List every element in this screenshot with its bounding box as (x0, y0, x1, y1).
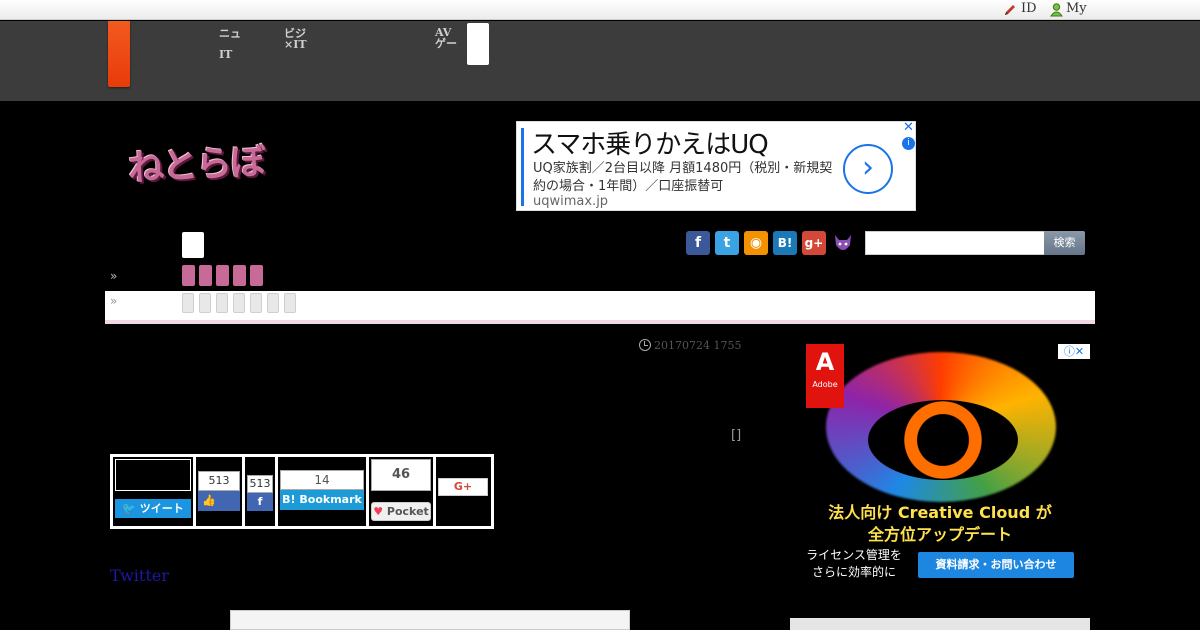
category-white-tab[interactable] (182, 232, 204, 258)
ad-accent-bar (521, 128, 524, 206)
category-tab[interactable] (216, 265, 229, 286)
pocket-label: Pocket (386, 505, 429, 518)
ad-headline: 法人向け Creative Cloud が 全方位アップデート (790, 502, 1090, 546)
adobe-a-icon: A (815, 348, 835, 376)
ad-headline-line1: 法人向け Creative Cloud が (828, 503, 1052, 522)
my-link[interactable]: My (1066, 1, 1087, 16)
subcategory-tab[interactable] (284, 293, 296, 313)
adobe-logo: A Adobe (806, 344, 844, 408)
hatena-bookmark-button[interactable]: B! Bookmark (280, 490, 364, 510)
twitter-bird-icon: 🐦 (122, 502, 136, 515)
id-link[interactable]: ID (1021, 1, 1037, 16)
googleplus-button[interactable]: G+ (438, 478, 488, 496)
ad-info-close-icon[interactable]: ⓘ✕ (1058, 344, 1090, 359)
bookmark-count: 14 (280, 470, 364, 490)
pocket-icon: ♥ (373, 505, 384, 518)
hatena-b-icon: B! (282, 493, 296, 506)
adobe-brand-label: Adobe (812, 380, 838, 389)
subcategory-tab[interactable] (233, 293, 245, 313)
facebook-share-icon[interactable]: f (247, 493, 273, 511)
ad-subtext: ライセンス管理を さらに効率的に (806, 548, 902, 579)
tweet-button[interactable]: 🐦 ツイート (115, 499, 191, 518)
nav-item-news[interactable]: ニュ IT (219, 28, 241, 60)
fb-share-cell: 513 f (245, 457, 275, 526)
twitter-link[interactable]: Twitter (110, 566, 169, 585)
search-input[interactable] (865, 231, 1045, 255)
like-cell: 513 👍 (196, 457, 242, 526)
ad-cta-button[interactable]: 資料請求・お問い合わせ (918, 552, 1074, 578)
ad-close-icon[interactable]: ✕ (902, 121, 915, 135)
top-utility-bar (0, 0, 1200, 20)
pocket-cell: 46 ♥ Pocket (369, 457, 433, 526)
share-bar: 🐦 ツイート 513 👍 513 f 14 B! Bookmark 46 ♥ P… (110, 454, 494, 529)
like-count: 513 (198, 471, 240, 491)
category-tab[interactable] (182, 265, 195, 286)
nav-item-business[interactable]: ビジ ×IT (284, 28, 307, 50)
facebook-icon[interactable]: f (686, 231, 710, 255)
hatena-icon[interactable]: B! (773, 231, 797, 255)
nav-item-news-line1: ニュ (219, 27, 241, 40)
sidebar-widget (790, 618, 1090, 630)
like-thumb-icon[interactable]: 👍 (198, 491, 240, 511)
tweet-label: ツイート (139, 502, 184, 515)
chevron-right-icon[interactable]: › (843, 144, 893, 194)
tweet-count-bubble (115, 459, 191, 491)
side-banner-ad[interactable]: A Adobe 法人向け Creative Cloud が 全方位アップデート … (790, 344, 1090, 594)
subcategory-tab[interactable] (250, 293, 262, 313)
embedded-image-preview (230, 610, 630, 630)
gplus-cell: G+ (436, 457, 491, 526)
ad-headline-line2: 全方位アップデート (867, 525, 1012, 544)
nav-item-av-line2: ゲー (435, 37, 457, 50)
subcategory-tab[interactable] (216, 293, 228, 313)
ad-url: uqwimax.jp (533, 194, 609, 209)
bookmark-cell: 14 B! Bookmark (278, 457, 366, 526)
subcategory-tab[interactable] (182, 293, 194, 313)
pocket-button[interactable]: ♥ Pocket (371, 502, 431, 521)
bookmark-label: Bookmark (299, 493, 362, 506)
nav-white-tab[interactable] (467, 23, 489, 65)
category-tab[interactable] (233, 265, 246, 286)
subcategory-tab[interactable] (199, 293, 211, 313)
nav-item-business-line2: ×IT (284, 38, 307, 51)
breadcrumb-mark: » (110, 269, 118, 283)
subcategory-tab[interactable] (267, 293, 279, 313)
clock-icon (639, 339, 651, 351)
ad-info-icon[interactable]: i (902, 137, 915, 150)
pocket-count: 46 (371, 459, 431, 491)
article-date: 20170724 1755 (654, 339, 742, 352)
article-bracket: [] (731, 428, 742, 443)
twitter-icon[interactable]: t (715, 231, 739, 255)
search-button[interactable]: 検索 (1044, 231, 1085, 255)
user-icon (1050, 3, 1063, 17)
top-banner-ad[interactable]: スマホ乗りかえはUQ UQ家族割／2台目以降 月額1480円（税別・新規契約の場… (516, 121, 916, 211)
fb-share-count: 513 (247, 475, 273, 493)
cat-icon[interactable] (832, 231, 854, 255)
rss-icon[interactable]: ◉ (744, 231, 768, 255)
breadcrumb-mark: » (110, 294, 118, 308)
global-nav: ニュ IT ビジ ×IT AV ゲー (0, 21, 1200, 101)
ad-body: UQ家族割／2台目以降 月額1480円（税別・新規契約の場合・1年間）／口座振替… (533, 161, 833, 194)
tweet-cell: 🐦 ツイート (113, 457, 193, 526)
googleplus-icon[interactable]: g+ (802, 231, 826, 255)
ad-headline: スマホ乗りかえはUQ (531, 130, 769, 160)
nav-item-news-line2: IT (219, 48, 233, 61)
category-tab[interactable] (250, 265, 263, 286)
site-logo[interactable]: ねとらぼ (127, 132, 266, 191)
nav-item-av-game[interactable]: AV ゲー (435, 27, 457, 49)
ad-artwork-inner (868, 400, 1018, 480)
site-home-tab[interactable] (108, 21, 130, 87)
category-tab[interactable] (199, 265, 212, 286)
pencil-icon (1005, 5, 1015, 15)
